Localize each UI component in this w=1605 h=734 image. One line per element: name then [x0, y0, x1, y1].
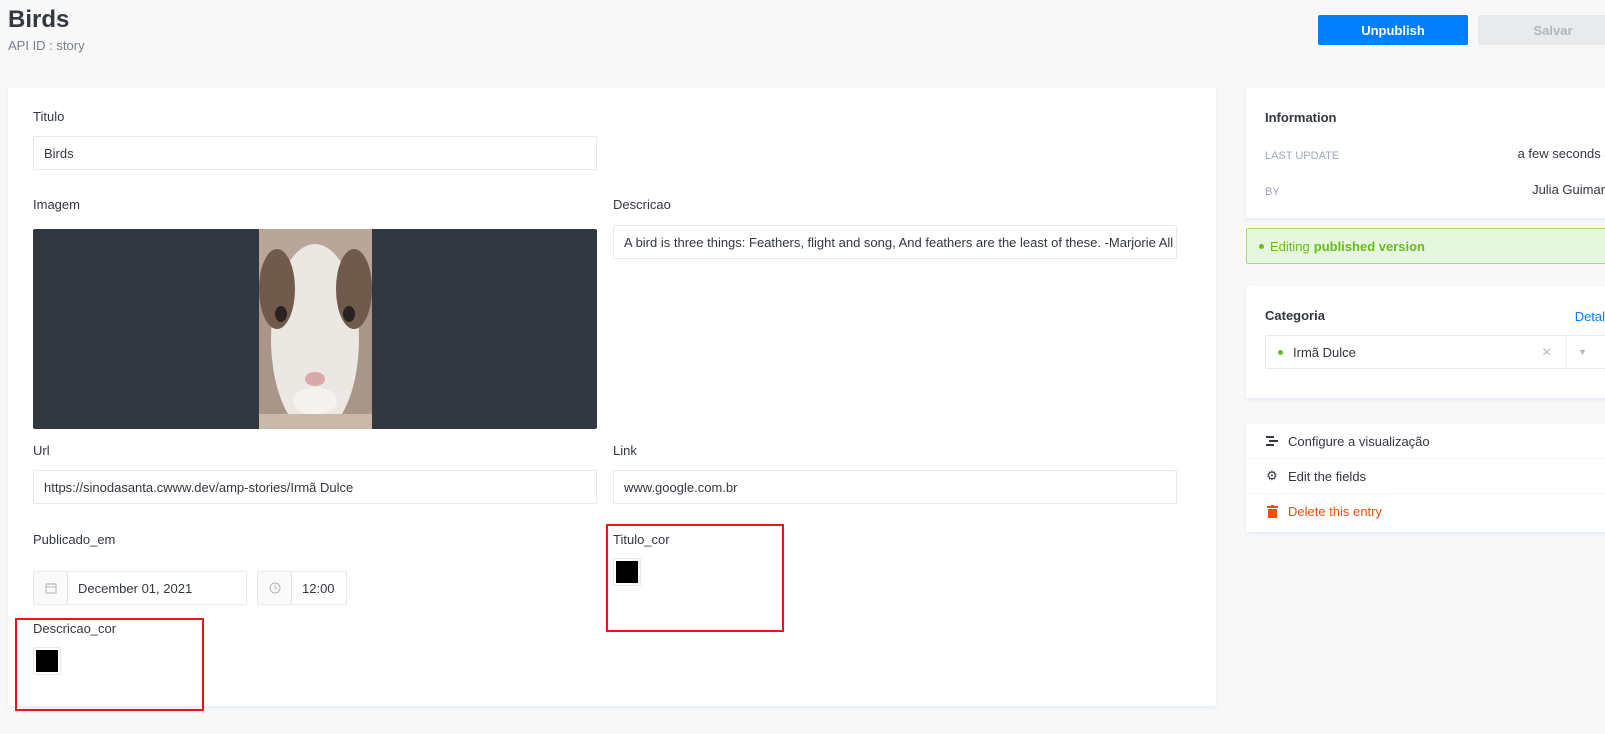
titulo-label: Titulo	[33, 109, 65, 124]
descricao-label: Descricao	[613, 197, 671, 212]
layout-icon	[1265, 435, 1279, 447]
delete-entry-action[interactable]: Delete this entry	[1246, 494, 1605, 529]
categoria-selected: Irmã Dulce	[1293, 344, 1356, 360]
gear-icon: ⚙	[1266, 468, 1278, 483]
date-picker[interactable]: December 01, 2021	[33, 571, 247, 605]
imagem-label: Imagem	[33, 197, 80, 212]
chevron-down-icon[interactable]: ▼	[1566, 336, 1598, 368]
date-value[interactable]: December 01, 2021	[68, 572, 192, 604]
highlight-box-descricao-cor	[15, 618, 204, 711]
by-value: Julia Guimarães	[1532, 182, 1605, 197]
categoria-title: Categoria	[1265, 308, 1325, 323]
last-update-label: LAST UPDATE	[1265, 150, 1340, 162]
url-input[interactable]: https://sinodasanta.cwww.dev/amp-stories…	[33, 470, 597, 504]
information-card: Information LAST UPDATE a few seconds ag…	[1246, 88, 1605, 218]
edit-fields-label: Edit the fields	[1288, 468, 1367, 484]
categoria-select[interactable]: Irmã Dulce × ▼	[1265, 335, 1605, 369]
editing-status-banner: Editing published version	[1246, 228, 1605, 264]
link-input[interactable]: www.google.com.br	[613, 470, 1177, 504]
page-title: Birds	[8, 6, 70, 33]
last-update-value: a few seconds ago	[1517, 146, 1605, 161]
time-picker[interactable]: 12:00	[257, 571, 347, 605]
api-id: API ID : story	[8, 38, 85, 53]
clock-icon	[258, 572, 292, 604]
actions-card: Configure a visualização ⚙ Edit the fiel…	[1246, 424, 1605, 532]
calendar-icon	[34, 572, 68, 604]
link-label: Link	[613, 443, 637, 458]
banner-emphasis: published version	[1313, 238, 1425, 254]
trash-icon	[1265, 505, 1279, 518]
descricao-input[interactable]: A bird is three things: Feathers, flight…	[613, 225, 1177, 259]
edit-fields-action[interactable]: ⚙ Edit the fields	[1246, 459, 1605, 494]
titulo-input[interactable]: Birds	[33, 136, 597, 170]
status-dot	[1259, 243, 1264, 249]
selected-dot	[1278, 349, 1283, 355]
configure-view-action[interactable]: Configure a visualização	[1246, 424, 1605, 459]
by-label: BY	[1265, 186, 1280, 198]
rabbit-image	[259, 229, 372, 429]
unpublish-button[interactable]: Unpublish	[1318, 15, 1468, 45]
configure-view-label: Configure a visualização	[1288, 433, 1430, 449]
time-value[interactable]: 12:00	[292, 572, 335, 604]
banner-prefix: Editing	[1270, 238, 1310, 254]
publicado-label: Publicado_em	[33, 532, 116, 547]
highlight-box-titulo-cor	[606, 524, 784, 632]
save-button[interactable]: Salvar	[1478, 15, 1605, 45]
url-label: Url	[33, 443, 50, 458]
categoria-details-link[interactable]: Detalhes	[1575, 309, 1605, 324]
image-preview[interactable]	[33, 229, 597, 429]
delete-entry-label: Delete this entry	[1288, 504, 1382, 519]
categoria-card: Categoria Detalhes Irmã Dulce × ▼	[1246, 286, 1605, 398]
clear-icon[interactable]: ×	[1542, 344, 1551, 362]
information-title: Information	[1265, 110, 1337, 125]
